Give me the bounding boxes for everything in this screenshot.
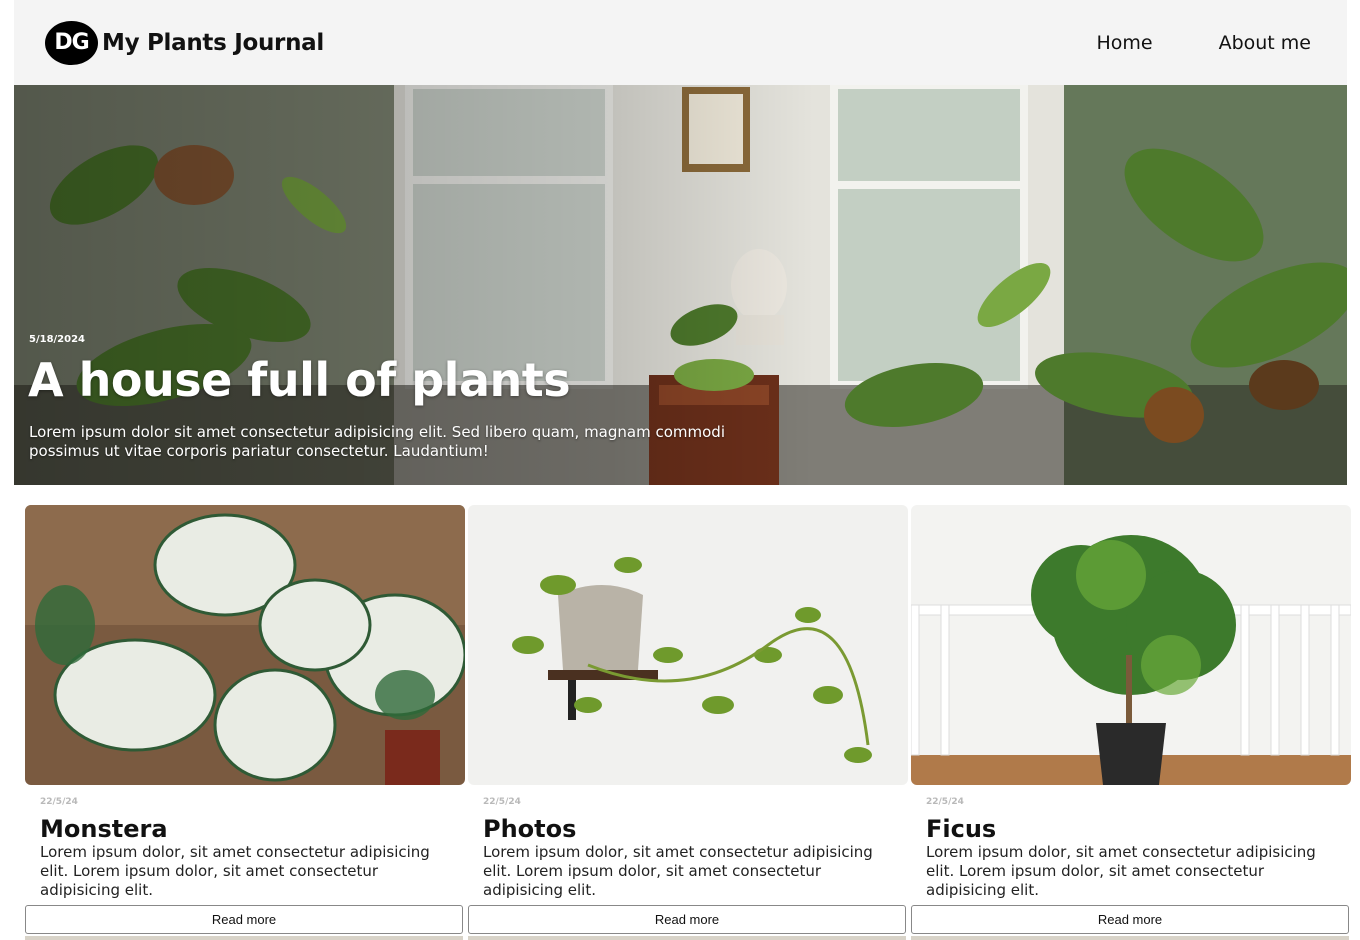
card-title[interactable]: Ficus: [926, 815, 996, 843]
main-nav: Home About me: [1096, 32, 1311, 54]
logo[interactable]: DG: [45, 20, 98, 65]
read-more-button[interactable]: Read more: [911, 905, 1349, 934]
card-date: 22/5/24: [40, 797, 78, 807]
card-excerpt: Lorem ipsum dolor, sit amet consectetur …: [40, 843, 430, 899]
post-card-photos: 22/5/24 Photos Lorem ipsum dolor, sit am…: [468, 505, 908, 935]
card-image-monstera[interactable]: [25, 505, 465, 785]
card-title[interactable]: Photos: [483, 815, 576, 843]
brand[interactable]: DG My Plants Journal: [45, 20, 324, 65]
post-card-ficus: 22/5/24 Ficus Lorem ipsum dolor, sit ame…: [911, 505, 1351, 935]
card-excerpt: Lorem ipsum dolor, sit amet consectetur …: [926, 843, 1316, 899]
next-row-image-edge: [468, 936, 906, 940]
card-image-photos[interactable]: [468, 505, 908, 785]
read-more-button[interactable]: Read more: [25, 905, 463, 934]
post-card-monstera: 22/5/24 Monstera Lorem ipsum dolor, sit …: [25, 505, 465, 935]
next-row-image-edge: [25, 936, 463, 940]
hero-banner[interactable]: 5/18/2024 A house full of plants Lorem i…: [14, 85, 1347, 485]
site-header: DG My Plants Journal Home About me: [14, 0, 1347, 85]
next-row-image-edge: [911, 936, 1349, 940]
hero-description: Lorem ipsum dolor sit amet consectetur a…: [29, 423, 725, 460]
site-title[interactable]: My Plants Journal: [102, 30, 324, 56]
card-excerpt: Lorem ipsum dolor, sit amet consectetur …: [483, 843, 873, 899]
hero-title[interactable]: A house full of plants: [28, 353, 571, 407]
card-image-ficus[interactable]: [911, 505, 1351, 785]
nav-home-link[interactable]: Home: [1096, 32, 1152, 54]
card-title[interactable]: Monstera: [40, 815, 168, 843]
card-date: 22/5/24: [483, 797, 521, 807]
read-more-button[interactable]: Read more: [468, 905, 906, 934]
hero-date: 5/18/2024: [29, 334, 86, 345]
card-date: 22/5/24: [926, 797, 964, 807]
nav-about-link[interactable]: About me: [1219, 32, 1311, 54]
